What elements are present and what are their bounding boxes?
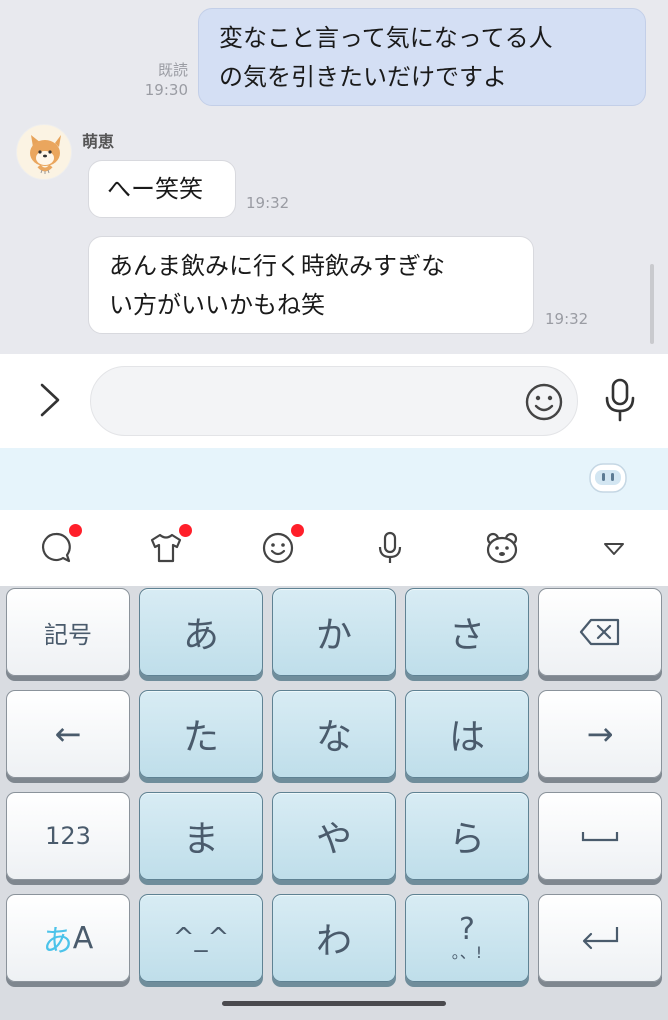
microphone-icon — [605, 378, 635, 422]
input-mode-kana-label: あ — [42, 924, 73, 959]
key-a[interactable]: あ — [139, 588, 263, 676]
outgoing-message-meta: 既読 19:30 — [130, 60, 188, 100]
message-input-bar — [0, 354, 668, 448]
incoming-message-line-1: へー笑笑 — [107, 175, 203, 203]
incoming-message[interactable]: あんま飲みに行く時飲みすぎな い方がいいかもね笑 — [88, 236, 534, 334]
numbers-key[interactable]: 123 — [6, 792, 130, 880]
key-ka[interactable]: か — [272, 588, 396, 676]
key-ra-label: ら — [448, 819, 485, 860]
robot-icon — [589, 463, 627, 493]
assistant-button[interactable] — [588, 462, 628, 494]
emoji-button[interactable] — [524, 382, 564, 422]
triangle-down-icon — [604, 543, 624, 555]
sticker-tool[interactable] — [482, 528, 522, 568]
contact-avatar[interactable] — [16, 124, 72, 180]
backspace-key[interactable] — [538, 588, 662, 676]
kaomoji-key-label: ^_^ — [172, 923, 230, 953]
kaomoji-key[interactable]: ^_^ — [139, 894, 263, 982]
theme-tool[interactable] — [146, 524, 192, 568]
voice-input-button[interactable] — [602, 378, 638, 422]
notification-dot — [291, 524, 304, 537]
key-ma[interactable]: ま — [139, 792, 263, 880]
key-ha[interactable]: は — [405, 690, 529, 778]
contact-name: 萌恵 — [82, 132, 115, 151]
read-receipt: 既読 — [157, 61, 188, 79]
space-icon — [581, 832, 619, 842]
suggestion-bar — [0, 448, 668, 510]
key-ka-label: か — [315, 615, 352, 656]
key-ya[interactable]: や — [272, 792, 396, 880]
smiley-icon — [525, 383, 563, 421]
cursor-left-key[interactable]: ← — [6, 690, 130, 778]
space-key[interactable] — [538, 792, 662, 880]
key-sa[interactable]: さ — [405, 588, 529, 676]
message-input[interactable] — [90, 366, 578, 436]
outgoing-time: 19:30 — [144, 81, 188, 99]
microphone-icon — [378, 531, 402, 563]
collapse-keyboard-tool[interactable] — [594, 528, 634, 568]
outgoing-message[interactable]: 変なこと言って気になってる人 の気を引きたいだけですよ — [198, 8, 646, 106]
cursor-right-key-label: → — [586, 715, 614, 753]
key-ta-label: た — [182, 717, 219, 758]
expand-menu-button[interactable] — [36, 382, 64, 418]
punctuation-key-bottom-label: 。、! — [451, 943, 483, 962]
flick-keyboard: 記号 あ か さ ← た な は → 123 ま や ら あ A ^_^ わ ?… — [0, 586, 668, 1020]
key-sa-label: さ — [448, 615, 485, 656]
emoji-tool[interactable] — [258, 524, 304, 568]
punctuation-key-top-label: ? — [459, 912, 475, 947]
key-ra[interactable]: ら — [405, 792, 529, 880]
incoming-message-line-2: い方がいいかもね笑 — [109, 291, 325, 319]
voice-tool[interactable] — [370, 528, 410, 568]
key-ta[interactable]: た — [139, 690, 263, 778]
punctuation-key[interactable]: ? 。、! — [405, 894, 529, 982]
bear-face-icon — [486, 532, 518, 564]
key-ma-label: ま — [182, 819, 219, 860]
keyboard-toolbar — [0, 510, 668, 586]
key-wa[interactable]: わ — [272, 894, 396, 982]
input-mode-latin-label: A — [72, 920, 94, 956]
chat-bubble-tool[interactable] — [38, 524, 82, 568]
shiba-dog-icon — [30, 135, 61, 174]
symbols-key[interactable]: 記号 — [6, 588, 130, 676]
key-wa-label: わ — [315, 921, 352, 962]
chat-scrollbar[interactable] — [650, 264, 654, 344]
notification-dot — [179, 524, 192, 537]
notification-dot — [69, 524, 82, 537]
cursor-left-key-label: ← — [54, 715, 82, 753]
backspace-icon — [579, 618, 620, 646]
outgoing-message-line-1: 変なこと言って気になってる人 — [219, 24, 553, 52]
incoming-time: 19:32 — [246, 194, 290, 212]
return-arrow-icon — [582, 927, 619, 950]
home-indicator[interactable] — [222, 1001, 446, 1006]
input-mode-key[interactable]: あ A — [6, 894, 130, 982]
cursor-right-key[interactable]: → — [538, 690, 662, 778]
key-ya-label: や — [315, 819, 352, 860]
key-na-label: な — [315, 717, 352, 758]
symbols-key-label: 記号 — [44, 620, 92, 649]
key-ha-label: は — [448, 717, 485, 758]
chat-area: 変なこと言って気になってる人 の気を引きたいだけですよ 既読 19:30 萌恵 … — [0, 0, 668, 354]
enter-key[interactable] — [538, 894, 662, 982]
incoming-message-line-1: あんま飲みに行く時飲みすぎな — [109, 252, 445, 280]
chevron-right-icon — [40, 383, 60, 417]
key-a-label: あ — [182, 615, 219, 656]
key-na[interactable]: な — [272, 690, 396, 778]
numbers-key-label: 123 — [45, 822, 91, 850]
incoming-time: 19:32 — [545, 310, 589, 328]
incoming-message[interactable]: へー笑笑 — [88, 160, 236, 218]
outgoing-message-line-2: の気を引きたいだけですよ — [219, 63, 507, 91]
